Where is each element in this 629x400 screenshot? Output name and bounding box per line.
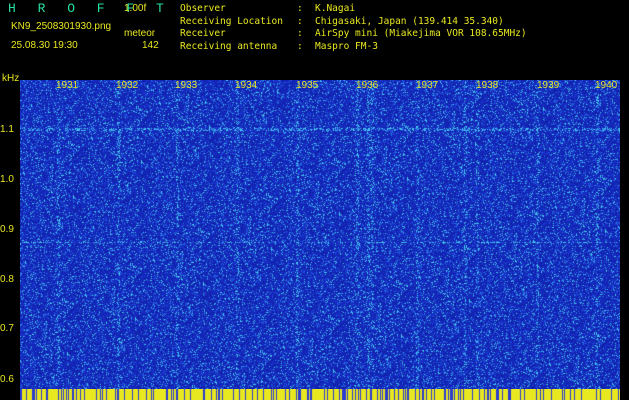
y-tick-label: 0.8 — [0, 274, 14, 285]
x-tick-label: 1940 — [595, 80, 618, 91]
info-sep: : — [297, 3, 303, 14]
y-tick-label: 0.6 — [0, 374, 14, 385]
y-tick-label: 0.7 — [0, 323, 14, 334]
datetime-label: 25.08.30 19:30 — [11, 40, 78, 51]
info-row-location: Receiving Location: Chigasaki, Japan (139… — [180, 16, 527, 29]
x-tick-label: 1934 — [235, 80, 258, 91]
info-row-antenna: Receiving antenna: Maspro FM-3 — [180, 41, 527, 54]
info-value: AirSpy mini (Miakejima VOR 108.65MHz) — [315, 28, 527, 40]
info-sep: : — [297, 15, 303, 27]
x-tick-label: 1937 — [416, 80, 439, 91]
frequency-unit-label: kHz — [2, 73, 20, 84]
x-tick-label: 1931 — [56, 80, 79, 91]
header-left-panel: H R O F F T 1.00f KN9_2508301930.png met… — [0, 0, 170, 70]
spectrogram-canvas — [20, 80, 620, 389]
info-key: Receiving Location — [180, 15, 283, 27]
info-row-observer: Observer: K.Nagai — [180, 3, 527, 16]
info-sep: : — [297, 28, 303, 40]
info-row-receiver: Receiver: AirSpy mini (Miakejima VOR 108.… — [180, 28, 527, 41]
meteor-count: 142 — [142, 40, 159, 51]
x-tick-label: 1939 — [537, 80, 560, 91]
x-tick-label: 1936 — [356, 80, 379, 91]
info-key: Receiving antenna — [180, 40, 278, 52]
info-value: K.Nagai — [315, 3, 356, 14]
y-tick-label: 1.0 — [0, 174, 14, 185]
app-title: H R O F F T — [8, 1, 171, 16]
y-tick-label: 0.9 — [0, 224, 14, 235]
info-key: Observer — [180, 3, 226, 14]
filename-label: KN9_2508301930.png — [11, 21, 112, 32]
meteor-detection-bar — [20, 389, 620, 400]
meteor-label: meteor — [124, 28, 156, 39]
y-tick-label: 1.1 — [0, 124, 14, 135]
info-sep: : — [297, 40, 303, 52]
info-value: Chigasaki, Japan (139.414 35.340) — [315, 15, 504, 27]
version-label: 1.00f — [124, 3, 147, 14]
x-tick-label: 1932 — [116, 80, 139, 91]
observation-info: Observer: K.Nagai Receiving Location: Chig… — [180, 3, 527, 53]
x-tick-label: 1938 — [476, 80, 499, 91]
x-tick-label: 1933 — [175, 80, 198, 91]
x-tick-label: 1935 — [296, 80, 319, 91]
info-key: Receiver — [180, 28, 226, 40]
info-value: Maspro FM-3 — [315, 40, 378, 52]
